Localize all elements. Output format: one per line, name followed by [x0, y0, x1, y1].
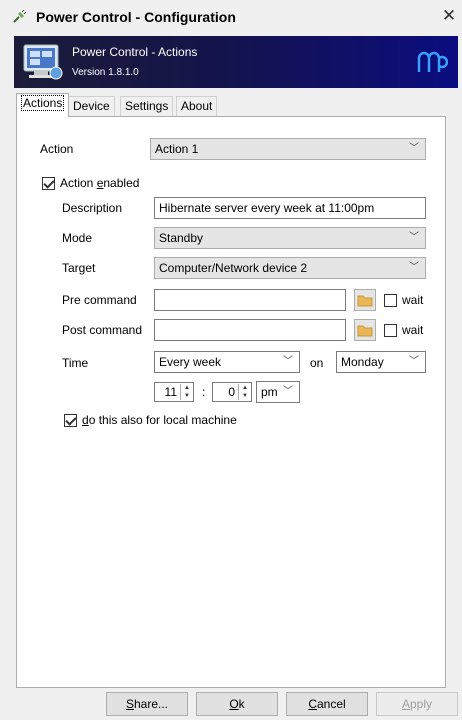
time-colon: :	[202, 385, 206, 399]
chevron-down-icon: ﹀	[283, 386, 293, 397]
action-enabled-label-pre: Action	[60, 176, 97, 190]
time-recurrence-select[interactable]: Every week ﹀	[154, 351, 300, 373]
close-icon: ✕	[441, 6, 457, 25]
title-bar: Power Control - Configuration ✕	[0, 0, 462, 34]
folder-icon	[357, 295, 373, 307]
local-machine-label: do this also for local machine	[82, 413, 237, 427]
header-banner: Power Control - Actions Version 1.8.1.0	[14, 36, 458, 88]
action-select-value: Action 1	[155, 142, 199, 156]
target-label: Target	[62, 261, 96, 275]
ok-button[interactable]: Ok	[196, 692, 278, 716]
on-label: on	[310, 356, 324, 370]
time-recurrence-value: Every week	[159, 355, 222, 369]
action-select[interactable]: Action 1 ﹀	[150, 138, 426, 160]
chevron-down-icon: ﹀	[409, 232, 419, 243]
post-command-input[interactable]	[154, 319, 346, 341]
ampm-select[interactable]: pm ﹀	[256, 381, 300, 403]
pre-command-label: Pre command	[62, 293, 137, 307]
pre-command-input[interactable]	[154, 289, 346, 311]
power-plug-icon	[13, 10, 26, 23]
pre-command-browse-button[interactable]	[354, 289, 376, 311]
spin-down-icon[interactable]: ▼	[240, 392, 250, 400]
tab-actions-label: Actions	[21, 95, 65, 111]
chevron-down-icon: ﹀	[409, 143, 419, 154]
post-command-wait-checkbox[interactable]	[384, 324, 397, 337]
mode-select[interactable]: Standby ﹀	[154, 227, 426, 249]
ampm-value: pm	[261, 385, 278, 399]
tab-device-label: Device	[73, 99, 110, 113]
monitor-icon	[23, 44, 63, 80]
chevron-down-icon: ﹀	[409, 356, 419, 367]
cancel-button-post: ancel	[316, 697, 346, 711]
minute-stepper-arrows[interactable]: ▲ ▼	[238, 384, 250, 400]
apply-button-u: A	[401, 697, 410, 711]
close-button[interactable]: ✕	[438, 5, 460, 27]
spin-up-icon[interactable]: ▲	[240, 384, 250, 392]
pre-command-wait-checkbox[interactable]	[384, 294, 397, 307]
ok-button-u: O	[229, 697, 239, 711]
action-label: Action	[40, 142, 74, 156]
cancel-button-u: C	[308, 697, 317, 711]
description-label: Description	[62, 201, 123, 215]
post-command-browse-button[interactable]	[354, 319, 376, 341]
description-input[interactable]: Hibernate server every week at 11:00pm	[154, 197, 426, 219]
tab-actions[interactable]: Actions	[16, 93, 70, 117]
share-button-post: hare...	[133, 697, 169, 711]
local-machine-checkbox[interactable]	[64, 414, 77, 427]
spin-down-icon[interactable]: ▼	[182, 392, 192, 400]
action-enabled-checkbox[interactable]	[42, 177, 55, 190]
tab-about-label: About	[181, 99, 213, 113]
ok-button-post: k	[238, 697, 245, 711]
cancel-button[interactable]: Cancel	[286, 692, 368, 716]
spin-up-icon[interactable]: ▲	[182, 384, 192, 392]
share-button[interactable]: Share...	[106, 692, 188, 716]
apply-button-post: pply	[410, 697, 433, 711]
tab-settings-label: Settings	[125, 99, 169, 113]
target-select[interactable]: Computer/Network device 2 ﹀	[154, 257, 426, 279]
window-title: Power Control - Configuration	[36, 9, 236, 25]
brand-logo-icon	[417, 51, 448, 72]
post-command-wait-label: wait	[402, 323, 424, 337]
pre-command-wait-label: wait	[402, 293, 424, 307]
minute-value: 0	[228, 385, 235, 399]
day-select[interactable]: Monday ﹀	[336, 351, 426, 373]
tab-device[interactable]: Device	[68, 96, 115, 116]
action-enabled-label-post: nabled	[103, 176, 140, 190]
tab-settings[interactable]: Settings	[120, 96, 174, 116]
post-command-label: Post command	[62, 323, 143, 337]
tab-about[interactable]: About	[176, 96, 218, 116]
banner-title: Power Control - Actions	[72, 45, 198, 59]
hour-stepper[interactable]: 11 ▲ ▼	[154, 382, 194, 402]
apply-button[interactable]: Apply	[376, 692, 458, 716]
minute-stepper[interactable]: 0 ▲ ▼	[212, 382, 252, 402]
chevron-down-icon: ﹀	[409, 262, 419, 273]
share-button-u: S	[125, 697, 134, 711]
chevron-down-icon: ﹀	[283, 356, 293, 367]
mode-label: Mode	[62, 231, 93, 245]
folder-icon	[357, 325, 373, 337]
target-select-value: Computer/Network device 2	[159, 261, 308, 275]
hour-value: 11	[164, 385, 177, 399]
local-machine-label-u: d	[82, 413, 89, 427]
local-machine-label-post: o this also for local machine	[88, 413, 237, 427]
mode-select-value: Standby	[159, 231, 204, 245]
hour-stepper-arrows[interactable]: ▲ ▼	[180, 384, 192, 400]
time-label: Time	[62, 356, 89, 370]
day-select-value: Monday	[341, 355, 384, 369]
action-enabled-label: Action enabled	[60, 176, 139, 190]
banner-version: Version 1.8.1.0	[72, 67, 139, 78]
